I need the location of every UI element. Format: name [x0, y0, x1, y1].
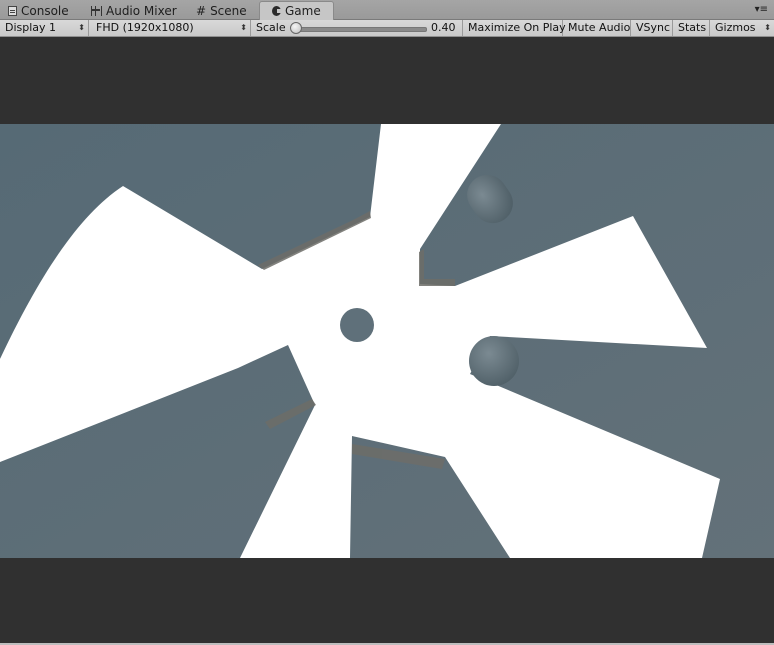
mute-audio-toggle[interactable]: Mute Audio [563, 20, 631, 36]
scene-grid-icon: # [196, 3, 207, 18]
gizmos-label: Gizmos [715, 21, 756, 34]
game-render [0, 124, 774, 558]
display-dropdown-label: Display 1 [5, 21, 57, 34]
tab-console[interactable]: Console [8, 2, 69, 19]
tab-bar: Console Audio Mixer # Scene Game ▾≡ [0, 0, 774, 20]
tab-audio-mixer-label: Audio Mixer [106, 3, 177, 18]
stats-label: Stats [678, 21, 707, 34]
scale-label: Scale [256, 21, 286, 34]
tab-console-label: Console [21, 3, 69, 18]
mute-audio-label: Mute Audio [568, 21, 631, 34]
game-controller-icon [272, 6, 281, 16]
resolution-dropdown[interactable]: FHD (1920x1080) [91, 20, 251, 36]
stats-toggle[interactable]: Stats [673, 20, 710, 36]
panel-menu-icon[interactable]: ▾≡ [755, 4, 768, 15]
tab-game-label: Game [285, 4, 321, 18]
tab-audio-mixer[interactable]: Audio Mixer [91, 2, 177, 19]
game-viewport[interactable] [0, 37, 774, 643]
audio-mixer-icon [91, 5, 102, 16]
tab-game[interactable]: Game [259, 1, 334, 20]
display-dropdown[interactable]: Display 1 [0, 20, 89, 36]
tab-scene[interactable]: # Scene [196, 2, 247, 19]
maximize-on-play-label: Maximize On Play [468, 21, 566, 34]
console-icon [8, 5, 17, 16]
vsync-label: VSync [636, 21, 671, 34]
scale-slider-track[interactable] [291, 27, 427, 32]
gizmos-dropdown[interactable]: Gizmos [710, 20, 774, 36]
center-hole [340, 308, 374, 342]
vsync-toggle[interactable]: VSync [631, 20, 673, 36]
resolution-dropdown-label: FHD (1920x1080) [96, 21, 194, 34]
ball-right [469, 336, 519, 386]
tab-scene-label: Scene [210, 3, 247, 18]
scale-slider-thumb[interactable] [290, 22, 302, 34]
scale-value: 0.40 [431, 21, 456, 34]
maximize-on-play-toggle[interactable]: Maximize On Play [463, 20, 566, 36]
